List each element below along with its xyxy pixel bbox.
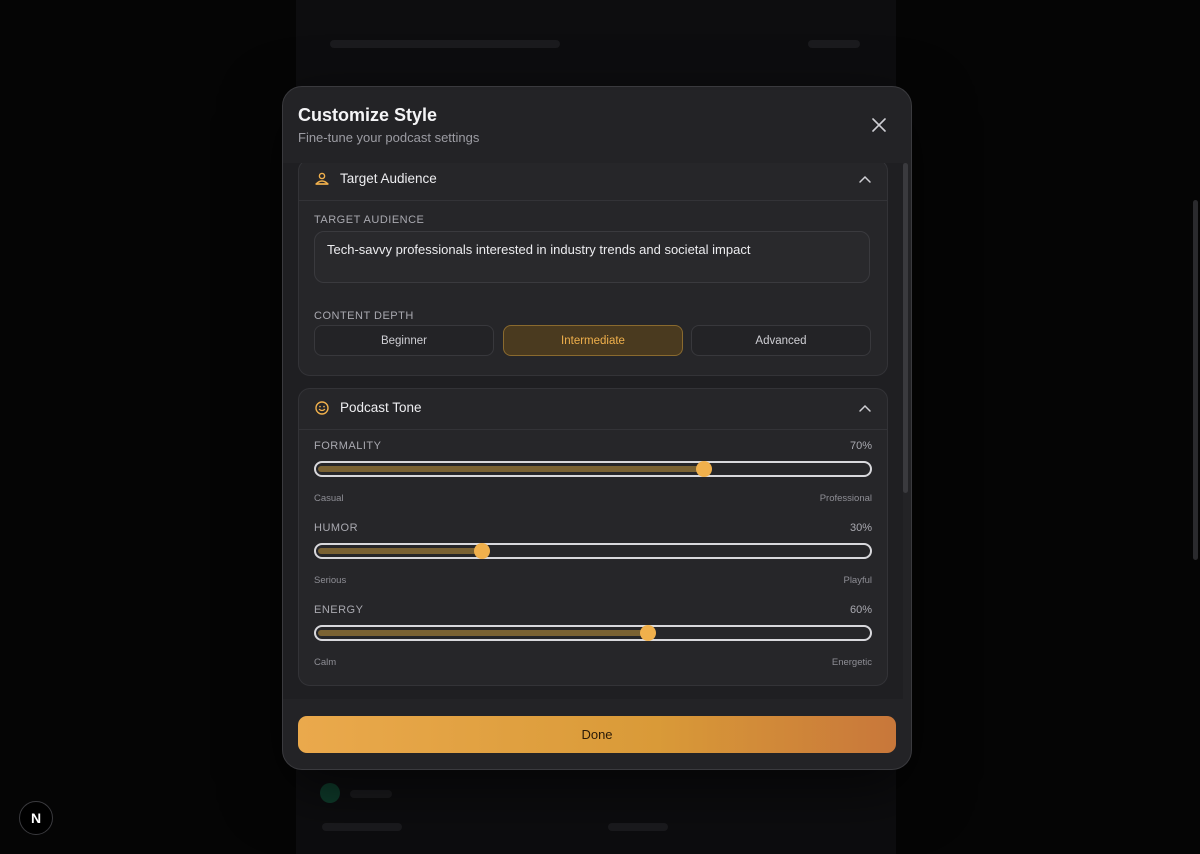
humor-value: 30% [849,522,872,534]
humor-slider-fill [318,548,483,554]
chevron-up-icon[interactable] [857,172,873,188]
depth-option-beginner[interactable]: Beginner [314,325,494,356]
background-status-dot [320,783,340,803]
modal-header: Customize Style Fine-tune your podcast s… [283,87,911,163]
background-text-placeholder [608,823,668,831]
energy-slider[interactable] [314,625,872,641]
background-text-placeholder [808,40,860,48]
close-button[interactable] [867,113,891,137]
podcast-tone-header[interactable]: Podcast Tone [299,389,887,430]
energy-slider-fill [318,630,649,636]
depth-option-intermediate[interactable]: Intermediate [503,325,683,356]
formality-label: FORMALITY [314,440,382,452]
energy-value: 60% [849,604,872,616]
target-audience-field-label: TARGET AUDIENCE [314,214,425,226]
done-button[interactable]: Done [298,716,896,753]
smile-icon [315,401,329,415]
humor-slider[interactable] [314,543,872,559]
formality-slider-thumb[interactable] [695,461,712,477]
depth-option-advanced[interactable]: Advanced [691,325,871,356]
chevron-up-icon[interactable] [857,401,873,417]
formality-value: 70% [849,440,872,452]
target-audience-card: Target Audience TARGET AUDIENCE Tech-sav… [298,163,888,376]
modal-scrollbar[interactable] [903,163,908,493]
energy-label: ENERGY [314,604,364,616]
content-depth-label: CONTENT DEPTH [314,310,414,322]
modal-title: Customize Style [298,105,438,125]
humor-min-label: Serious [314,575,347,586]
close-icon [872,118,886,132]
humor-max-label: Playful [843,575,872,586]
target-audience-title: Target Audience [340,171,437,186]
podcast-tone-title: Podcast Tone [340,400,422,415]
users-icon [315,172,329,185]
background-text-placeholder [322,823,402,831]
formality-max-label: Professional [819,493,872,504]
page-scrollbar[interactable] [1193,200,1198,560]
formality-slider[interactable] [314,461,872,477]
formality-min-label: Casual [314,493,344,504]
humor-label: HUMOR [314,522,359,534]
background-text-placeholder [330,40,560,48]
podcast-tone-card: Podcast Tone FORMALITY 70% Casual Profes… [298,388,888,686]
background-text-placeholder [350,790,392,798]
target-audience-header[interactable]: Target Audience [299,163,887,201]
humor-slider-thumb[interactable] [474,543,491,559]
energy-max-label: Energetic [831,657,872,668]
target-audience-textarea[interactable]: Tech-savvy professionals interested in i… [314,231,870,283]
energy-min-label: Calm [314,657,337,668]
modal-body: Target Audience TARGET AUDIENCE Tech-sav… [283,163,903,699]
app-badge[interactable]: N [19,801,53,835]
modal-subtitle: Fine-tune your podcast settings [298,130,480,145]
customize-style-modal: Customize Style Fine-tune your podcast s… [282,86,912,770]
energy-slider-thumb[interactable] [640,625,657,641]
formality-slider-fill [318,466,704,472]
